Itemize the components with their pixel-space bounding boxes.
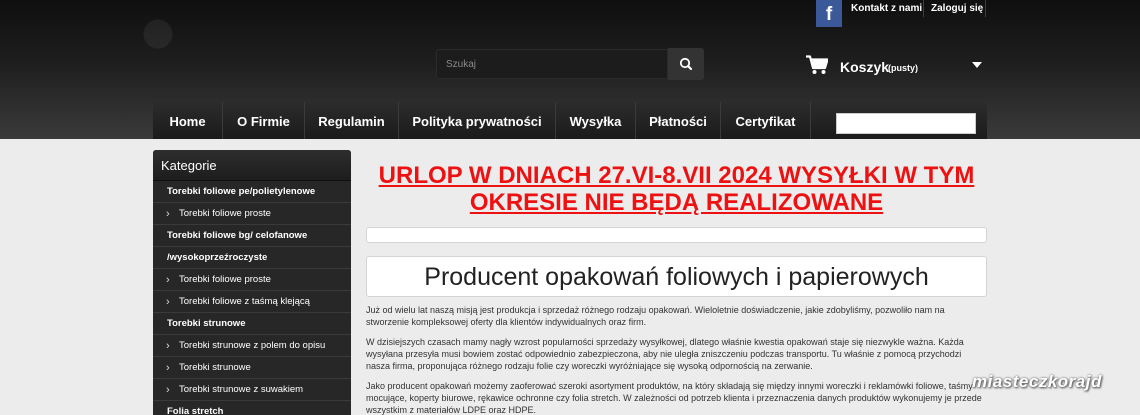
vacation-notice: URLOP W DNIACH 27.VI-8.VII 2024 WYSYŁKI … (378, 162, 975, 216)
subcategory-item[interactable]: Torebki foliowe z taśmą klejącą (153, 291, 351, 313)
menu-item-home[interactable]: Home (153, 102, 222, 139)
facebook-icon[interactable]: f (816, 0, 842, 27)
subcategory-item[interactable]: Torebki foliowe proste (153, 269, 351, 291)
menu-search-field[interactable] (836, 113, 976, 134)
menu-item-certyfikat[interactable]: Certyfikat (721, 102, 810, 139)
cart-icon[interactable] (806, 55, 828, 75)
empty-content-box (366, 227, 987, 243)
menu-item-wysylka[interactable]: Wysyłka (556, 102, 635, 139)
top-divider (985, 0, 986, 17)
subcategory-item[interactable]: Torebki strunowe z suwakiem (153, 379, 351, 401)
category-item[interactable]: Torebki foliowe pe/polietylenowe (153, 181, 351, 203)
login-link[interactable]: Zaloguj się (931, 0, 983, 18)
sidebar-title: Kategorie (153, 150, 351, 181)
search-icon (679, 57, 693, 71)
top-divider (923, 0, 924, 17)
subcategory-item[interactable]: Torebki strunowe (153, 357, 351, 379)
category-sidebar: Kategorie Torebki foliowe pe/polietyleno… (153, 150, 351, 415)
subcategory-item[interactable]: Torebki strunowe z polem do opisu (153, 335, 351, 357)
category-item[interactable]: Torebki foliowe bg/ celofanowe (153, 225, 351, 247)
page-title: Producent opakowań foliowych i papierowy… (424, 263, 929, 291)
watermark: miasteczkorajd (972, 372, 1102, 391)
menu-item-regulamin[interactable]: Regulamin (305, 102, 398, 139)
category-item[interactable]: Folia stretch (153, 401, 351, 415)
cart-status: (pusty) (888, 63, 918, 73)
category-item[interactable]: Torebki strunowe (153, 313, 351, 335)
search-input[interactable] (437, 50, 667, 78)
menu-item-platnosci[interactable]: Płatności (636, 102, 720, 139)
menu-item-o-firmie[interactable]: O Firmie (223, 102, 304, 139)
intro-paragraph: Już od wielu lat naszą misją jest produk… (366, 305, 945, 328)
menu-item-polityka[interactable]: Polityka prywatności (399, 102, 555, 139)
logo[interactable] (130, 10, 330, 58)
cart-label[interactable]: Koszyk (840, 59, 889, 75)
subcategory-item[interactable]: Torebki foliowe proste (153, 203, 351, 225)
chevron-down-icon[interactable] (972, 62, 982, 68)
heading-box: Producent opakowań foliowych i papierowy… (366, 256, 987, 297)
intro-paragraph: W dzisiejszych czasach mamy nagły wzrost… (366, 337, 964, 372)
intro-paragraph: Jako producent opakowań możemy zaoferowa… (366, 381, 982, 415)
search-button[interactable] (668, 48, 704, 80)
category-item[interactable]: /wysokoprzeźroczyste (153, 247, 351, 269)
contact-link[interactable]: Kontakt z nami (851, 0, 922, 18)
search-box (436, 49, 668, 79)
menu-divider (810, 102, 811, 139)
